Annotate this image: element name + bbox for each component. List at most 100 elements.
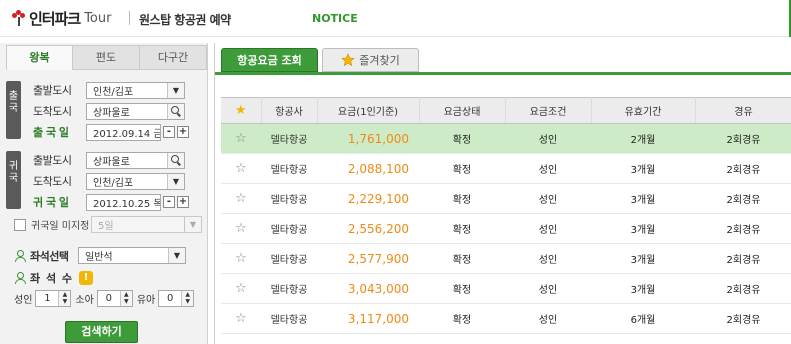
price-cell: 2,088,100 — [317, 153, 419, 184]
child-stepper[interactable]: 0 ▲ ▼ — [96, 290, 133, 307]
inbound-arrive-row: 도착도시 인천/김포 ▼ — [33, 172, 185, 190]
person-icon — [14, 249, 26, 262]
table-row[interactable]: ☆ 델타항공 2,556,200 확정 성인 3개월 2회경유 — [221, 213, 791, 244]
chevron-down-icon[interactable]: ▼ — [184, 217, 201, 232]
tab-oneway[interactable]: 편도 — [73, 45, 140, 70]
column-header-condition[interactable]: 요금조건 — [505, 97, 592, 124]
airline-cell: 델타항공 — [261, 183, 317, 214]
favorite-star-icon[interactable]: ☆ — [235, 161, 247, 176]
favorite-star-icon[interactable]: ☆ — [235, 221, 247, 236]
condition-cell: 성인 — [505, 123, 591, 154]
airline-cell: 델타항공 — [261, 123, 317, 154]
table-row[interactable]: ☆ 델타항공 2,088,100 확정 성인 3개월 2회경유 — [221, 153, 791, 184]
chevron-down-icon[interactable]: ▼ — [167, 82, 184, 98]
inbound-depart-row: 출발도시 상파울로 — [33, 151, 185, 169]
airline-cell: 델타항공 — [261, 153, 317, 184]
date-minus-icon[interactable]: - — [163, 196, 175, 208]
validity-cell: 3개월 — [591, 213, 695, 244]
favorite-star-cell: ☆ — [221, 213, 261, 244]
column-header-stops[interactable]: 경유 — [695, 97, 791, 124]
return-unset-value: 5일 — [98, 221, 114, 232]
stops-cell: 2회경유 — [695, 243, 791, 274]
inbound-date-row: 귀 국 일 2012.10.25 목 - + — [33, 193, 189, 211]
passenger-row: 성인 1 ▲ ▼ 소아 0 ▲ ▼ 유아 0 ▲ ▼ — [14, 290, 198, 307]
column-header-validity[interactable]: 유효기간 — [591, 97, 696, 124]
notice-link[interactable]: NOTICE — [312, 12, 358, 25]
tab-roundtrip[interactable]: 왕복 — [6, 45, 73, 70]
favorite-star-icon[interactable]: ☆ — [235, 131, 247, 146]
favorite-star-icon[interactable]: ☆ — [235, 251, 247, 266]
inbound-arrive-select[interactable]: 인천/김포 ▼ — [86, 172, 185, 190]
airline-cell: 델타항공 — [261, 213, 317, 244]
seat-class-value: 일반석 — [85, 252, 113, 263]
stepper-arrows-icon[interactable]: ▲ ▼ — [181, 291, 194, 306]
fare-table-body: ☆ 델타항공 1,761,000 확정 성인 2개월 2회경유 ☆ 델타항공 2,088,100 확… — [221, 123, 791, 334]
table-row[interactable]: ☆ 델타항공 2,229,100 확정 성인 3개월 2회경유 — [221, 183, 791, 214]
airline-cell: 델타항공 — [261, 273, 317, 304]
favorite-star-icon[interactable]: ☆ — [235, 311, 247, 326]
outbound-date-field[interactable]: 2012.09.14 금 — [86, 123, 161, 141]
airline-cell: 델타항공 — [261, 303, 317, 334]
results-panel: 항공요금 조회 즐겨찾기 ★ 항공사 요금(1인기준) 요금상태 요금조건 유효… — [214, 43, 791, 344]
tab-multicity[interactable]: 다구간 — [140, 45, 207, 70]
infant-value: 0 — [167, 293, 174, 304]
outbound-depart-select[interactable]: 인천/김포 ▼ — [86, 81, 185, 99]
chevron-down-icon[interactable]: ▼ — [167, 173, 184, 189]
date-minus-icon[interactable]: - — [163, 126, 175, 138]
stops-cell: 2회경유 — [695, 273, 791, 304]
column-header-airline[interactable]: 항공사 — [261, 97, 318, 124]
outbound-date-value: 2012.09.14 금 — [93, 128, 160, 140]
price-cell: 3,043,000 — [317, 273, 419, 304]
chevron-down-icon[interactable]: ▼ — [168, 248, 185, 263]
date-plus-icon[interactable]: + — [177, 126, 189, 138]
search-button[interactable]: 검색하기 — [65, 321, 138, 343]
validity-cell: 2개월 — [591, 123, 695, 154]
outbound-arrive-input[interactable]: 상파울로 — [86, 102, 185, 120]
table-row[interactable]: ☆ 델타항공 1,761,000 확정 성인 2개월 2회경유 — [221, 123, 791, 154]
return-unset-checkbox[interactable] — [14, 218, 26, 231]
status-cell: 확정 — [419, 213, 505, 244]
trip-type-tabs: 왕복 편도 다구간 — [6, 45, 208, 70]
column-header-status[interactable]: 요금상태 — [419, 97, 506, 124]
column-header-price[interactable]: 요금(1인기준) — [317, 97, 420, 124]
outbound-arrive-label: 도착도시 — [33, 105, 72, 118]
validity-cell: 3개월 — [591, 273, 695, 304]
tab-fare-search[interactable]: 항공요금 조회 — [221, 48, 318, 72]
status-cell: 확정 — [419, 183, 505, 214]
tab-favorites[interactable]: 즐겨찾기 — [322, 48, 419, 72]
inbound-depart-input[interactable]: 상파울로 — [86, 151, 185, 169]
stepper-arrows-icon[interactable]: ▲ ▼ — [58, 291, 71, 306]
favorite-star-cell: ☆ — [221, 153, 261, 184]
search-icon[interactable] — [167, 152, 184, 168]
favorite-star-icon[interactable]: ☆ — [235, 281, 247, 296]
favorite-column-header: ★ — [221, 97, 262, 124]
seat-count-row: 좌 석 수 ! — [14, 270, 94, 286]
favorite-star-icon[interactable]: ☆ — [235, 191, 247, 206]
outbound-depart-label: 출발도시 — [33, 84, 72, 97]
validity-cell: 3개월 — [591, 183, 695, 214]
condition-cell: 성인 — [505, 213, 591, 244]
table-row[interactable]: ☆ 델타항공 2,577,900 확정 성인 3개월 2회경유 — [221, 243, 791, 274]
adult-stepper[interactable]: 1 ▲ ▼ — [35, 290, 72, 307]
airline-cell: 델타항공 — [261, 243, 317, 274]
inbound-date-field[interactable]: 2012.10.25 목 — [86, 193, 161, 211]
stops-cell: 2회경유 — [695, 183, 791, 214]
search-panel: 왕복 편도 다구간 출국 출발도시 인천/김포 ▼ 도착도시 상파울로 출 국 … — [0, 43, 208, 344]
results-tabs: 항공요금 조회 즐겨찾기 — [221, 48, 423, 72]
table-row[interactable]: ☆ 델타항공 3,043,000 확정 성인 3개월 2회경유 — [221, 273, 791, 304]
price-cell: 2,556,200 — [317, 213, 419, 244]
header-divider — [129, 11, 130, 25]
seat-class-row: 좌석선택 일반석 ▼ — [14, 247, 186, 264]
interpark-logo[interactable]: 인터파크 Tour — [12, 8, 111, 28]
date-plus-icon[interactable]: + — [177, 196, 189, 208]
page-title: 원스탑 항공권 예약 — [139, 13, 231, 27]
seat-class-select[interactable]: 일반석 ▼ — [78, 247, 186, 264]
outbound-date-label: 출 국 일 — [33, 126, 69, 139]
condition-cell: 성인 — [505, 303, 591, 334]
infant-stepper[interactable]: 0 ▲ ▼ — [158, 290, 195, 307]
table-row[interactable]: ☆ 델타항공 3,117,000 확정 성인 6개월 2회경유 — [221, 303, 791, 334]
search-icon[interactable] — [167, 103, 184, 119]
return-unset-select[interactable]: 5일 ▼ — [91, 216, 202, 233]
warning-icon[interactable]: ! — [79, 271, 94, 285]
stepper-arrows-icon[interactable]: ▲ ▼ — [119, 291, 132, 306]
